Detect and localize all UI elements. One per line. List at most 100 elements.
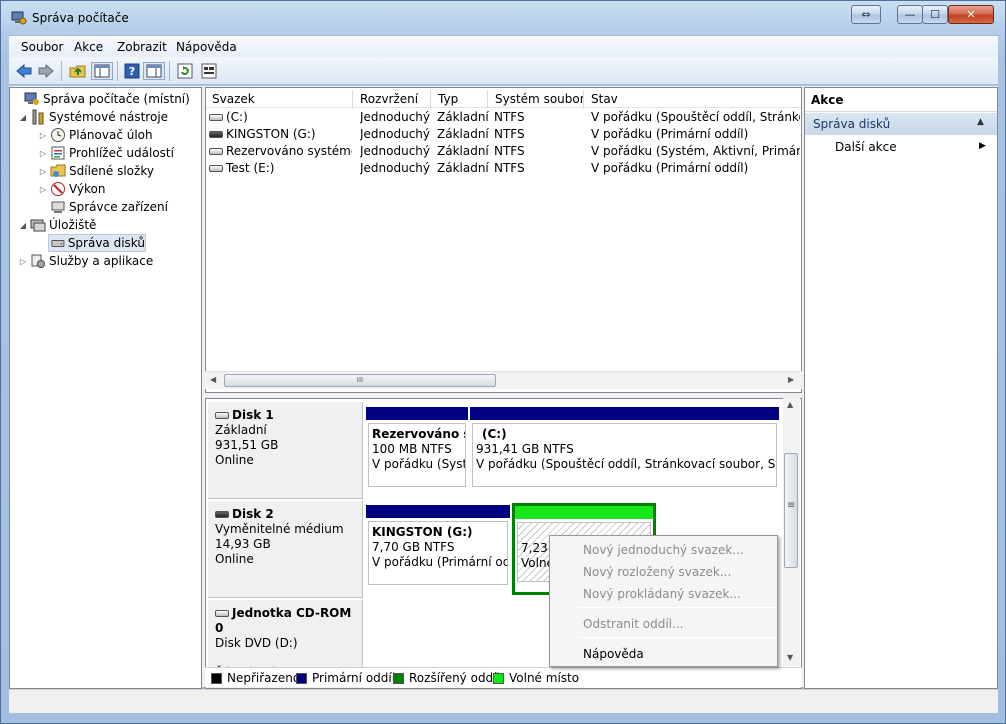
- disk-1-label[interactable]: Disk 1 Základní 931,51 GB Online: [208, 402, 363, 499]
- column-header-layout[interactable]: Rozvržení: [354, 90, 431, 108]
- cdrom-icon: [215, 610, 229, 617]
- tree-node-root[interactable]: Správa počítače (místní): [12, 90, 190, 108]
- legend-label: Primární oddíl: [312, 671, 396, 685]
- collapse-arrow-icon[interactable]: ◢: [18, 113, 28, 122]
- menu-item-new-spanned-volume[interactable]: Nový rozložený svazek...: [552, 560, 775, 582]
- computer-management-icon: [24, 92, 39, 105]
- primary-partition-bar: [366, 505, 510, 518]
- actions-section-disk-management[interactable]: Správa disků ▲: [805, 113, 997, 135]
- horizontal-scroll-thumb[interactable]: III: [224, 374, 496, 387]
- table-row[interactable]: KINGSTON (G:) Jednoduchý Základní NTFS V…: [206, 126, 801, 143]
- more-actions-item[interactable]: Další akce: [835, 140, 897, 154]
- shared-folder-icon: [50, 164, 66, 177]
- scroll-right-icon[interactable]: ▶: [788, 375, 794, 384]
- show-hide-tree-icon[interactable]: [91, 62, 113, 80]
- show-hide-action-pane-icon[interactable]: [143, 62, 165, 80]
- column-header-volume[interactable]: Svazek: [206, 90, 353, 108]
- menu-akce[interactable]: Akce: [74, 40, 103, 54]
- console-tree: Správa počítače (místní) ◢ Systémové nás…: [9, 87, 202, 689]
- partition-size: 7,70 GB NTFS: [372, 540, 455, 554]
- legend-swatch: [211, 672, 222, 684]
- vertical-scroll-thumb[interactable]: ≡: [784, 453, 798, 568]
- column-header-type[interactable]: Typ: [432, 90, 488, 108]
- partition-size: 931,41 GB NTFS: [476, 442, 574, 456]
- computer-management-icon: [11, 11, 27, 25]
- scroll-up-icon[interactable]: ▲: [787, 400, 793, 409]
- tree-node-task-scheduler[interactable]: ▷ Plánovač úloh: [38, 126, 153, 144]
- tree-node-storage[interactable]: ◢ Úložiště: [18, 216, 97, 234]
- layout-cell: Jednoduchý: [360, 127, 430, 141]
- menu-item-delete-partition[interactable]: Odstranit oddíl...: [552, 612, 775, 634]
- expand-arrow-icon[interactable]: ▷: [38, 185, 48, 194]
- expand-arrow-icon[interactable]: ▷: [18, 257, 28, 266]
- back-icon[interactable]: [15, 62, 33, 80]
- status-bar: [9, 689, 998, 713]
- horizontal-scrollbar[interactable]: ◀ III ▶: [205, 371, 802, 389]
- expand-arrow-icon[interactable]: ▷: [38, 131, 48, 140]
- up-folder-icon[interactable]: [69, 62, 87, 80]
- menu-napoveda[interactable]: Nápověda: [176, 40, 237, 54]
- close-button[interactable]: ✕: [948, 5, 994, 24]
- status-cell: V pořádku (Primární oddíl): [591, 161, 749, 175]
- table-row[interactable]: Test (E:) Jednoduchý Základní NTFS V poř…: [206, 160, 801, 177]
- scroll-left-icon[interactable]: ◀: [210, 375, 216, 384]
- minimize-button[interactable]: —: [897, 5, 923, 24]
- menu-item-help[interactable]: Nápověda: [552, 642, 775, 664]
- column-header-filesystem[interactable]: Systém souborů: [489, 90, 584, 108]
- menu-item-new-striped-volume[interactable]: Nový prokládaný svazek...: [552, 582, 775, 604]
- tree-node-services-apps[interactable]: ▷ Služby a aplikace: [18, 252, 153, 270]
- partition-reserved[interactable]: Rezervováno sy 100 MB NTFS V pořádku (Sy…: [366, 407, 468, 495]
- forward-icon[interactable]: [37, 62, 55, 80]
- tree-node-disk-management[interactable]: Správa disků: [48, 234, 146, 252]
- layout-cell: Jednoduchý: [360, 144, 430, 158]
- vertical-scrollbar[interactable]: ▲ ≡ ▼: [783, 398, 800, 666]
- tree-node-device-manager[interactable]: Správce zařízení: [38, 198, 168, 216]
- expand-arrow-icon[interactable]: ▷: [38, 167, 48, 176]
- volume-list-header: Svazek Rozvržení Typ Systém souborů Stav: [206, 90, 801, 108]
- partition-name: (C:): [482, 427, 507, 441]
- type-cell: Základní: [437, 127, 489, 141]
- restore-alt-button[interactable]: ⇔: [851, 5, 881, 24]
- refresh-icon[interactable]: [176, 62, 194, 80]
- section-label: Správa disků: [813, 117, 891, 131]
- partition-kingston[interactable]: KINGSTON (G:) 7,70 GB NTFS V pořádku (Pr…: [366, 505, 510, 593]
- submenu-arrow-icon[interactable]: ▶: [979, 141, 986, 151]
- cell-text: (C:): [226, 110, 248, 124]
- tree-node-event-viewer[interactable]: ▷ Prohlížeč událostí: [38, 144, 174, 162]
- column-header-status[interactable]: Stav: [585, 90, 801, 108]
- collapse-arrow-icon[interactable]: ◢: [18, 221, 28, 230]
- tree-label: Prohlížeč událostí: [69, 146, 174, 160]
- performance-icon: [51, 182, 65, 196]
- clock-icon: [51, 128, 65, 142]
- tree-node-system-tools[interactable]: ◢ Systémové nástroje: [18, 108, 168, 126]
- menu-zobrazit[interactable]: Zobrazit: [117, 40, 167, 54]
- table-row[interactable]: (C:) Jednoduchý Základní NTFS V pořádku …: [206, 109, 801, 126]
- more-actions-label: Další akce: [835, 140, 897, 154]
- tree-label: Služby a aplikace: [49, 254, 154, 268]
- collapse-up-icon[interactable]: ▲: [977, 117, 984, 127]
- layout-cell: Jednoduchý: [360, 161, 430, 175]
- disk-2-label[interactable]: Disk 2 Vyměnitelné médium 14,93 GB Onlin…: [208, 501, 363, 598]
- fs-cell: NTFS: [494, 110, 525, 124]
- disk-state: Online: [215, 453, 254, 467]
- maximize-button[interactable]: ☐: [922, 5, 948, 24]
- partition-c[interactable]: (C:) 931,41 GB NTFS V pořádku (Spouštěcí…: [470, 407, 779, 495]
- window-title: Správa počítače: [32, 11, 129, 25]
- menu-item-new-simple-volume[interactable]: Nový jednoduchý svazek...: [552, 538, 775, 560]
- properties-icon[interactable]: [200, 62, 218, 80]
- expand-arrow-icon[interactable]: ▷: [38, 149, 48, 158]
- title-bar[interactable]: Správa počítače ⇔ — ☐ ✕: [1, 1, 1005, 33]
- legend-extended: Rozšířený oddíl: [393, 671, 500, 685]
- scroll-down-icon[interactable]: ▼: [787, 653, 793, 662]
- legend-label: Rozšířený oddíl: [409, 671, 500, 685]
- legend-free: Volné místo: [493, 671, 579, 685]
- tree-node-performance[interactable]: ▷ Výkon: [38, 180, 105, 198]
- storage-icon: [30, 219, 46, 232]
- type-cell: Základní: [437, 110, 489, 124]
- help-icon[interactable]: ?: [123, 62, 141, 80]
- menu-soubor[interactable]: Soubor: [21, 40, 63, 54]
- tree-node-shared-folders[interactable]: ▷ Sdílené složky: [38, 162, 154, 180]
- disk-kind: Disk DVD (D:): [215, 636, 298, 650]
- table-row[interactable]: Rezervováno systémem Jednoduchý Základní…: [206, 143, 801, 160]
- tree-label: Správa disků: [67, 236, 145, 250]
